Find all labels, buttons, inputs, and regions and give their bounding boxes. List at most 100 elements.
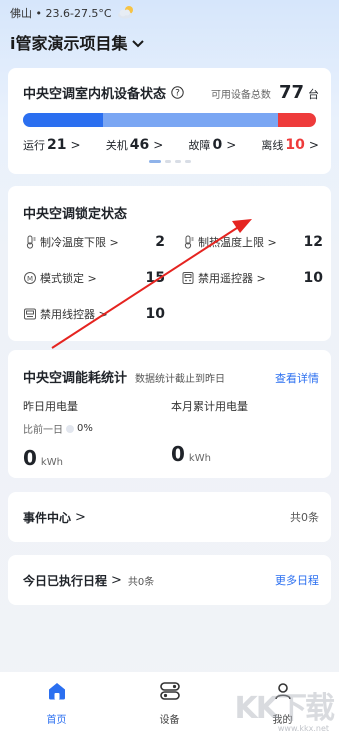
offline-segment: [277, 113, 316, 127]
stat-running[interactable]: 运行 21 >: [23, 137, 81, 153]
watermark-logo: KK下载: [234, 691, 335, 726]
thermometer-icon: [181, 235, 195, 249]
pager-dot: [164, 160, 171, 163]
month-value: 0: [171, 442, 185, 466]
location-weather[interactable]: 佛山 • 23.6-27.5°C: [10, 4, 329, 22]
partly-cloudy-icon: [116, 5, 136, 22]
flat-trend-icon: [66, 424, 74, 433]
header: 佛山 • 23.6-27.5°C i管家演示项目集: [10, 4, 329, 54]
ac-status-title: 中央空调室内机设备状态: [23, 87, 167, 102]
wired-controller-icon: [23, 307, 37, 321]
event-center-card[interactable]: 事件中心 > 共0条: [8, 492, 331, 542]
chevron-down-icon: [131, 33, 144, 52]
yesterday-value: 0: [23, 446, 37, 470]
thermometer-icon: [23, 235, 37, 249]
status-progress-bar: [23, 113, 316, 127]
running-segment: [23, 113, 103, 127]
lock-item-value: 10: [303, 270, 323, 286]
lock-item-mode[interactable]: M 模式锁定 > 15: [23, 269, 165, 287]
lock-status-title: 中央空调锁定状态: [23, 207, 128, 222]
tab-devices-label: 设备: [159, 715, 180, 726]
tab-home-label: 首页: [46, 715, 67, 726]
schedule-card: 今日已执行日程 > 共0条 更多日程: [8, 555, 331, 605]
ac-status-card: 中央空调室内机设备状态 ? 可用设备总数 77 台 运行 21 > 关机 46 …: [8, 68, 331, 174]
lock-item-value: 10: [145, 306, 165, 322]
svg-text:?: ?: [175, 89, 180, 99]
yesterday-usage: 昨日用电量 比前一日 0% 0 kWh: [23, 398, 171, 470]
stat-off-value: 46: [129, 137, 150, 153]
lock-item-label: 制冷温度下限: [40, 236, 106, 249]
stat-fault-value: 0: [212, 137, 223, 153]
lock-status-card: 中央空调锁定状态 制冷温度下限 > 2 制热温度上限 > 12 M 模式锁定 >…: [8, 186, 331, 341]
compare-row: 比前一日 0%: [23, 421, 171, 436]
month-usage: 本月累计用电量 x 0 kWh: [171, 398, 319, 470]
stat-off[interactable]: 关机 46 >: [106, 137, 164, 153]
stat-off-label: 关机: [105, 139, 128, 152]
view-details-link[interactable]: 查看详情: [275, 370, 319, 386]
lock-item-label: 模式锁定: [40, 272, 84, 285]
chevron-right-icon: >: [256, 271, 266, 285]
off-segment: [102, 113, 278, 127]
stat-fault-label: 故障: [188, 139, 211, 152]
help-icon[interactable]: ?: [171, 86, 184, 99]
lock-item-value: 2: [155, 234, 165, 250]
pager-dot-active: [148, 160, 161, 163]
yesterday-label: 昨日用电量: [23, 400, 78, 413]
chevron-right-icon: >: [267, 235, 277, 249]
pager-dot: [174, 160, 181, 163]
lock-item-label: 制热温度上限: [198, 236, 264, 249]
lock-item-cool-min[interactable]: 制冷温度下限 > 2: [23, 233, 165, 251]
tab-devices[interactable]: 设备: [113, 672, 226, 735]
total-devices-unit: 台: [308, 88, 319, 101]
lock-item-heat-max[interactable]: 制热温度上限 > 12: [181, 233, 323, 251]
stat-offline[interactable]: 离线 10 >: [261, 137, 319, 153]
lock-item-value: 12: [303, 234, 323, 250]
device-icon: [159, 681, 181, 705]
chevron-right-icon: >: [308, 138, 319, 152]
chevron-right-icon: >: [153, 138, 164, 152]
lock-item-wired[interactable]: 禁用线控器 > 10: [23, 305, 165, 323]
month-unit: kWh: [188, 453, 211, 464]
bottom-tab-bar: 首页 设备 我的 KK下载 www.kkx.net: [0, 672, 339, 735]
total-devices-value: 77: [278, 82, 304, 103]
chevron-right-icon: >: [109, 235, 119, 249]
lock-item-label: 禁用遥控器: [198, 272, 253, 285]
month-label: 本月累计用电量: [171, 400, 248, 413]
schedule-count: 共0条: [127, 576, 155, 588]
schedule-title[interactable]: 今日已执行日程: [23, 572, 107, 589]
event-center-title: 事件中心: [23, 510, 72, 525]
chevron-right-icon: >: [70, 138, 81, 152]
energy-card: 中央空调能耗统计 数据统计截止到昨日 查看详情 昨日用电量 比前一日 0% 0 …: [8, 350, 331, 478]
lock-item-value: 15: [145, 270, 165, 286]
lock-item-remote[interactable]: 禁用遥控器 > 10: [181, 269, 323, 287]
stat-running-value: 21: [47, 137, 67, 153]
total-devices-label: 可用设备总数: [210, 90, 271, 101]
project-selector[interactable]: i管家演示项目集: [10, 30, 329, 54]
lock-item-label: 禁用线控器: [40, 308, 95, 321]
pager-dot: [184, 160, 191, 163]
pager-dots: [8, 160, 331, 163]
location-text: 佛山 • 23.6-27.5°C: [10, 7, 112, 20]
home-icon: [47, 681, 67, 705]
stat-running-label: 运行: [23, 139, 45, 152]
event-count: 共0条: [290, 511, 319, 524]
compare-label: 比前一日: [23, 425, 63, 436]
chevron-right-icon: >: [87, 271, 97, 285]
chevron-right-icon: >: [226, 138, 237, 152]
remote-icon: [181, 271, 195, 285]
stat-offline-label: 离线: [261, 139, 284, 152]
mode-icon: M: [23, 271, 37, 285]
compare-value: 0%: [77, 423, 93, 434]
tab-home[interactable]: 首页: [0, 672, 113, 735]
status-stats: 运行 21 > 关机 46 > 故障 0 > 离线 10 >: [23, 137, 319, 153]
chevron-right-icon: >: [111, 572, 122, 588]
stat-fault[interactable]: 故障 0 >: [188, 137, 236, 153]
chevron-right-icon: >: [98, 307, 108, 321]
energy-subtitle: 数据统计截止到昨日: [135, 374, 226, 385]
svg-text:M: M: [27, 275, 33, 283]
more-schedules-link[interactable]: 更多日程: [275, 572, 319, 588]
stat-offline-value: 10: [285, 137, 305, 153]
chevron-right-icon: >: [75, 509, 86, 525]
project-name: i管家演示项目集: [10, 34, 128, 53]
yesterday-unit: kWh: [40, 457, 63, 468]
